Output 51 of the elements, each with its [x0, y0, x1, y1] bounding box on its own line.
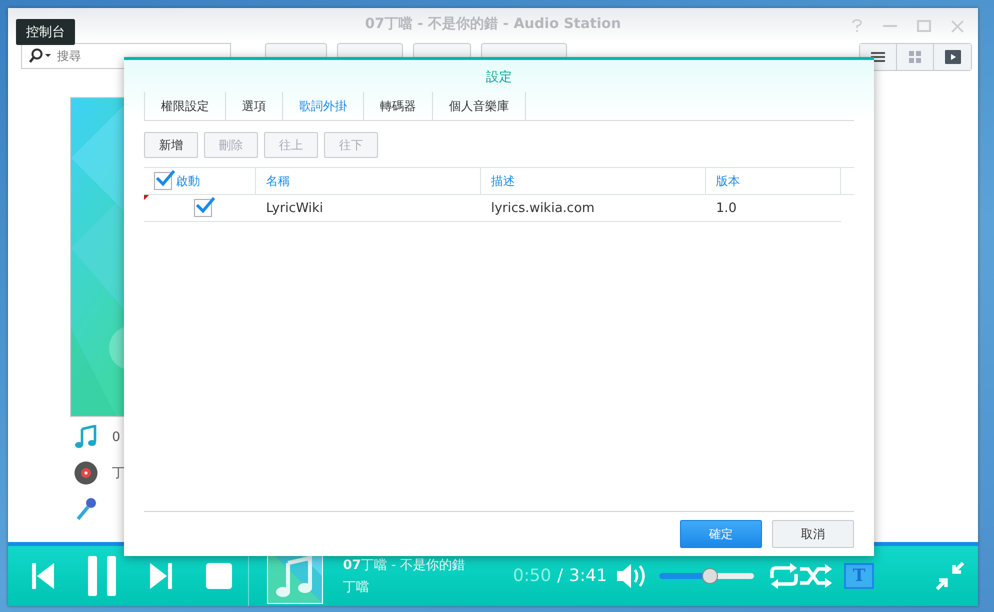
search-icon [28, 48, 52, 64]
cancel-button[interactable]: 取消 [772, 520, 854, 548]
column-header[interactable]: 版本 [716, 172, 740, 190]
song-title: 07丁噹 - 不是你的錯 [343, 557, 466, 574]
column-header[interactable]: 描述 [491, 172, 515, 190]
tab[interactable]: 選項 [225, 92, 282, 120]
tab[interactable]: 個人音樂庫 [432, 92, 526, 120]
volume-slider[interactable] [658, 567, 756, 585]
dialog-title: 設定 [486, 69, 512, 87]
column-header[interactable]: 名稱 [266, 172, 290, 190]
corner-mark-icon [144, 195, 149, 200]
music-note-icon [74, 425, 98, 449]
collapse-icon[interactable] [936, 562, 964, 590]
previous-button[interactable] [32, 563, 54, 589]
stop-icon [206, 563, 232, 589]
pause-button[interactable] [88, 556, 116, 596]
elapsed-time: 0:50 [513, 566, 552, 586]
action-button[interactable]: 新增 [144, 132, 198, 158]
row-checkbox[interactable] [194, 199, 212, 217]
stop-button[interactable] [206, 563, 232, 589]
time-separator: / [557, 566, 563, 586]
window-title: 07丁噹 - 不是你的錯 - Audio Station [364, 15, 621, 33]
info-text: 丁 [112, 465, 125, 482]
vinyl-record-icon [74, 461, 98, 485]
tab[interactable]: 歌詞外掛 [282, 92, 363, 120]
tooltip: 控制台 [16, 19, 75, 45]
table-cell: 1.0 [716, 200, 737, 216]
player-view-button[interactable] [934, 44, 971, 70]
artist-name: 丁噹 [343, 579, 370, 596]
table-cell: lyrics.wikia.com [491, 200, 595, 216]
microphone-icon [74, 497, 98, 521]
shuffle-icon[interactable] [800, 564, 832, 588]
table-cell: LyricWiki [266, 200, 324, 216]
pause-icon [88, 556, 116, 596]
total-time: 3:41 [568, 566, 608, 586]
next-button[interactable] [150, 563, 172, 589]
close-icon[interactable] [951, 20, 964, 32]
help-icon[interactable] [851, 19, 863, 33]
grid-icon [909, 51, 921, 63]
maximize-icon[interactable] [917, 20, 931, 32]
select-all-checkbox[interactable] [154, 172, 172, 190]
lyrics-toggle[interactable]: T [844, 563, 874, 589]
info-text: 0 [112, 430, 120, 444]
repeat-icon[interactable] [768, 562, 800, 590]
tab[interactable]: 轉碼器 [363, 92, 432, 120]
column-header[interactable]: 啟動 [176, 172, 200, 190]
next-icon [150, 563, 172, 589]
play-icon [944, 50, 960, 64]
tab[interactable]: 權限設定 [144, 92, 225, 120]
confirm-button[interactable]: 確定 [680, 520, 762, 548]
previous-icon [32, 563, 54, 589]
